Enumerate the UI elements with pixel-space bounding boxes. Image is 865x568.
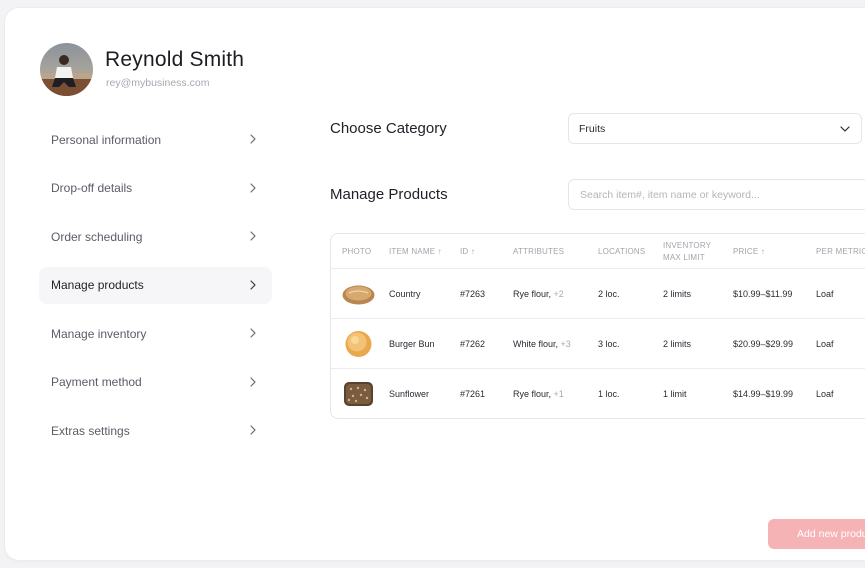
menu-item-manage-inventory[interactable]: Manage inventory [39, 315, 272, 352]
column-header-max-limit: MAX LIMIT [663, 253, 705, 262]
product-search-input[interactable] [569, 180, 865, 209]
column-header-item-name[interactable]: ITEM NAME ↑ [389, 246, 442, 258]
category-select[interactable]: Fruits [568, 113, 862, 144]
cell-per-metric: Loaf [816, 339, 834, 349]
cell-attributes: Rye flour, +1 [513, 389, 564, 399]
chevron-right-icon [250, 231, 256, 241]
cell-max-limit: 1 limit [663, 389, 687, 399]
table-row[interactable]: Burger Bun #7262 White flour, +3 3 loc. … [331, 318, 865, 368]
menu-item-label: Order scheduling [51, 229, 143, 244]
product-photo-country [342, 285, 375, 305]
cell-id: #7261 [460, 389, 486, 399]
cell-id: #7262 [460, 339, 486, 349]
column-header-photo: PHOTO [342, 247, 372, 256]
column-header-locations: LOCATIONS [598, 247, 646, 256]
cell-per-metric: Loaf [816, 389, 834, 399]
menu-item-personal-information[interactable]: Personal information [39, 121, 272, 158]
chevron-down-icon [840, 126, 850, 132]
cell-item-name: Sunflower [389, 389, 430, 399]
chevron-right-icon [250, 376, 256, 387]
menu-item-label: Personal information [51, 132, 162, 147]
chevron-right-icon [250, 425, 256, 435]
manage-products-title: Manage Products [330, 186, 448, 203]
settings-card: Reynold Smith rey@mybusiness.com Persona… [5, 8, 865, 560]
cell-max-limit: 2 limits [663, 289, 692, 299]
cell-locations: 3 loc. [598, 339, 620, 349]
chevron-right-icon [250, 279, 256, 290]
cell-max-limit: 2 limits [663, 339, 692, 349]
cell-attributes: Rye flour, +2 [513, 289, 564, 299]
menu-item-manage-products[interactable]: Manage products [39, 266, 272, 304]
column-header-id[interactable]: ID ↑ [460, 246, 475, 258]
menu-item-label: Payment method [51, 375, 142, 389]
cell-item-name: Country [389, 289, 421, 299]
chevron-right-icon [250, 328, 256, 338]
menu-item-label: Manage products [51, 278, 144, 292]
column-header-per-metric: PER METRIC [816, 247, 865, 256]
add-new-product-button[interactable]: Add new product [768, 519, 865, 549]
settings-menu: Personal information Drop-off details Or… [39, 121, 272, 461]
avatar[interactable] [40, 43, 93, 96]
column-header-inventory: INVENTORY [663, 241, 712, 250]
product-search-field[interactable] [568, 179, 865, 210]
product-photo-sunflower [344, 382, 373, 406]
column-header-price[interactable]: PRICE ↑ [733, 246, 765, 258]
menu-item-drop-off-details[interactable]: Drop-off details [39, 170, 272, 207]
cell-locations: 2 loc. [598, 289, 620, 299]
cell-price: $20.99–$29.99 [733, 339, 794, 349]
products-table: PHOTO ITEM NAME ↑ ID ↑ ATTRIBUTES LOCATI… [330, 233, 865, 419]
menu-item-label: Manage inventory [51, 326, 147, 341]
cell-price: $10.99–$11.99 [733, 289, 793, 299]
user-email: rey@mybusiness.com [106, 77, 210, 89]
cell-price: $14.99–$19.99 [733, 389, 794, 399]
product-photo-burger-bun [345, 331, 372, 357]
cell-attributes: White flour, +3 [513, 339, 571, 349]
chevron-right-icon [250, 134, 256, 144]
menu-item-order-scheduling[interactable]: Order scheduling [39, 218, 272, 255]
menu-item-extras-settings[interactable]: Extras settings [39, 412, 272, 449]
chevron-right-icon [250, 182, 256, 193]
choose-category-title: Choose Category [330, 120, 447, 137]
cell-locations: 1 loc. [598, 389, 620, 399]
menu-item-label: Extras settings [51, 423, 130, 438]
menu-item-payment-method[interactable]: Payment method [39, 364, 272, 401]
category-select-value: Fruits [579, 122, 606, 135]
cell-per-metric: Loaf [816, 289, 834, 299]
table-row[interactable]: Sunflower #7261 Rye flour, +1 1 loc. 1 l… [331, 368, 865, 418]
cell-id: #7263 [460, 289, 486, 299]
table-row[interactable]: Country #7263 Rye flour, +2 2 loc. 2 lim… [331, 268, 865, 318]
user-name: Reynold Smith [105, 48, 245, 71]
menu-item-label: Drop-off details [51, 181, 133, 195]
avatar-image [40, 43, 93, 96]
cell-item-name: Burger Bun [389, 339, 435, 349]
column-header-attributes: ATTRIBUTES [513, 247, 565, 256]
